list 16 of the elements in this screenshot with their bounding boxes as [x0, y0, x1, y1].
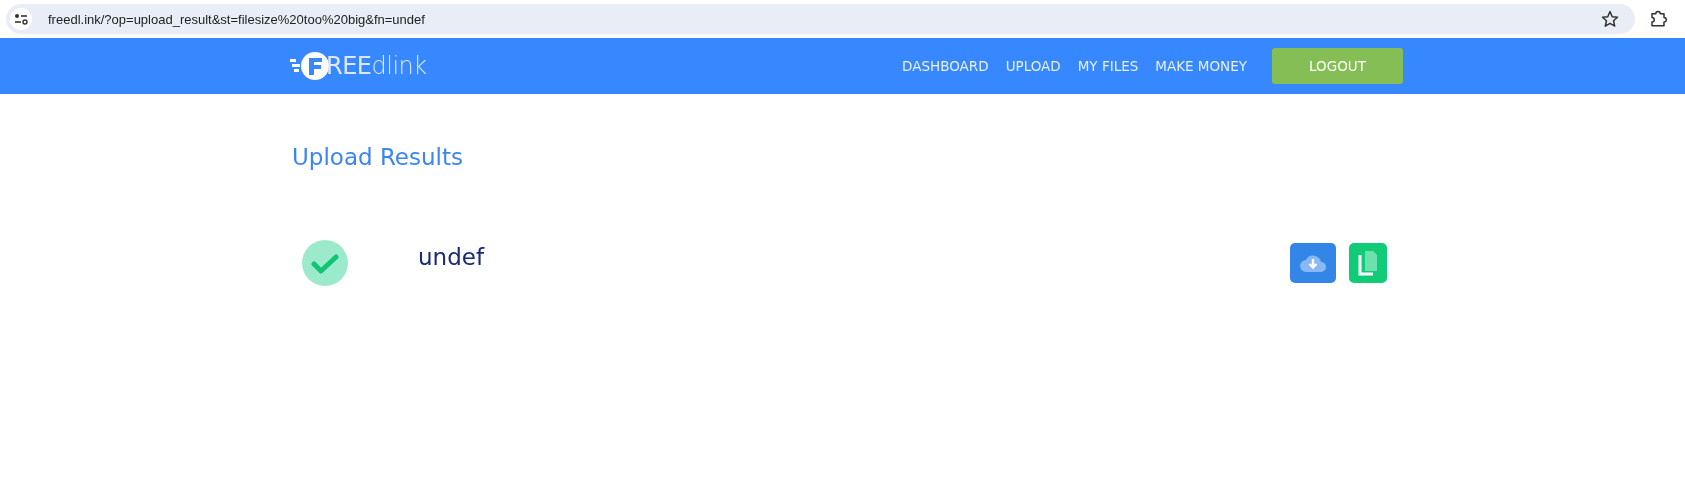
logo-icon [290, 51, 330, 81]
nav-link[interactable]: UPLOAD [1005, 58, 1061, 74]
nav-link[interactable]: MY FILES [1077, 58, 1139, 74]
nav-link[interactable]: MAKE MONEY [1155, 58, 1247, 74]
bookmark-star-icon[interactable] [1601, 10, 1619, 28]
logout-button[interactable]: LOGOUT [1272, 48, 1403, 84]
site-settings-icon[interactable] [10, 8, 32, 30]
nav-link[interactable]: DASHBOARD [902, 58, 989, 74]
extensions-icon[interactable] [1649, 10, 1667, 28]
copy-icon [1357, 250, 1379, 276]
page-title: Upload Results [292, 144, 464, 170]
file-name: undef [418, 244, 484, 270]
address-bar[interactable]: freedl.ink/?op=upload_result&st=filesize%20too%20big&fn=undef [6, 4, 1635, 34]
logo-text[interactable]: REEdlink [326, 52, 427, 80]
url-text: freedl.ink/?op=upload_result&st=filesize%20too%20big&fn=undef [48, 11, 426, 27]
download-button[interactable] [1290, 243, 1336, 283]
